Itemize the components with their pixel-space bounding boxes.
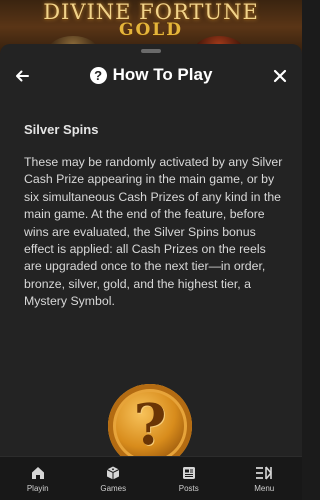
sheet-header: ? How To Play	[0, 56, 302, 96]
tab-games[interactable]: Games	[76, 457, 152, 500]
question-circle-icon: ?	[89, 66, 107, 84]
help-content: Silver Spins These may be randomly activ…	[24, 122, 286, 311]
dice-icon	[107, 466, 120, 480]
game-logo-subtitle: GOLD	[118, 20, 184, 40]
tab-label: Menu	[254, 484, 275, 493]
close-icon	[273, 69, 287, 83]
tab-label: Posts	[178, 484, 199, 493]
mystery-symbol-coin: ?	[108, 384, 192, 456]
news-icon	[182, 467, 195, 479]
tab-playin[interactable]: Playin	[0, 457, 76, 500]
tab-posts[interactable]: Posts	[151, 457, 227, 500]
tab-label: Games	[100, 484, 127, 493]
home-icon	[31, 467, 44, 479]
page-title: How To Play	[112, 65, 213, 84]
section-body: These may be randomly activated by any S…	[24, 155, 283, 309]
tab-label: Playin	[26, 484, 49, 493]
section-heading: Silver Spins	[24, 122, 99, 137]
tab-menu[interactable]: Menu	[227, 457, 303, 500]
how-to-play-sheet: ? How To Play Silver Spins These may be r…	[0, 44, 302, 456]
menu-icon	[256, 466, 273, 480]
bottom-tab-bar: Playin Games Posts Menu	[0, 456, 302, 500]
close-button[interactable]	[268, 64, 292, 88]
question-mark-icon: ?	[133, 392, 167, 456]
sheet-drag-handle[interactable]	[141, 49, 161, 53]
header-title-group: ? How To Play	[0, 65, 302, 85]
